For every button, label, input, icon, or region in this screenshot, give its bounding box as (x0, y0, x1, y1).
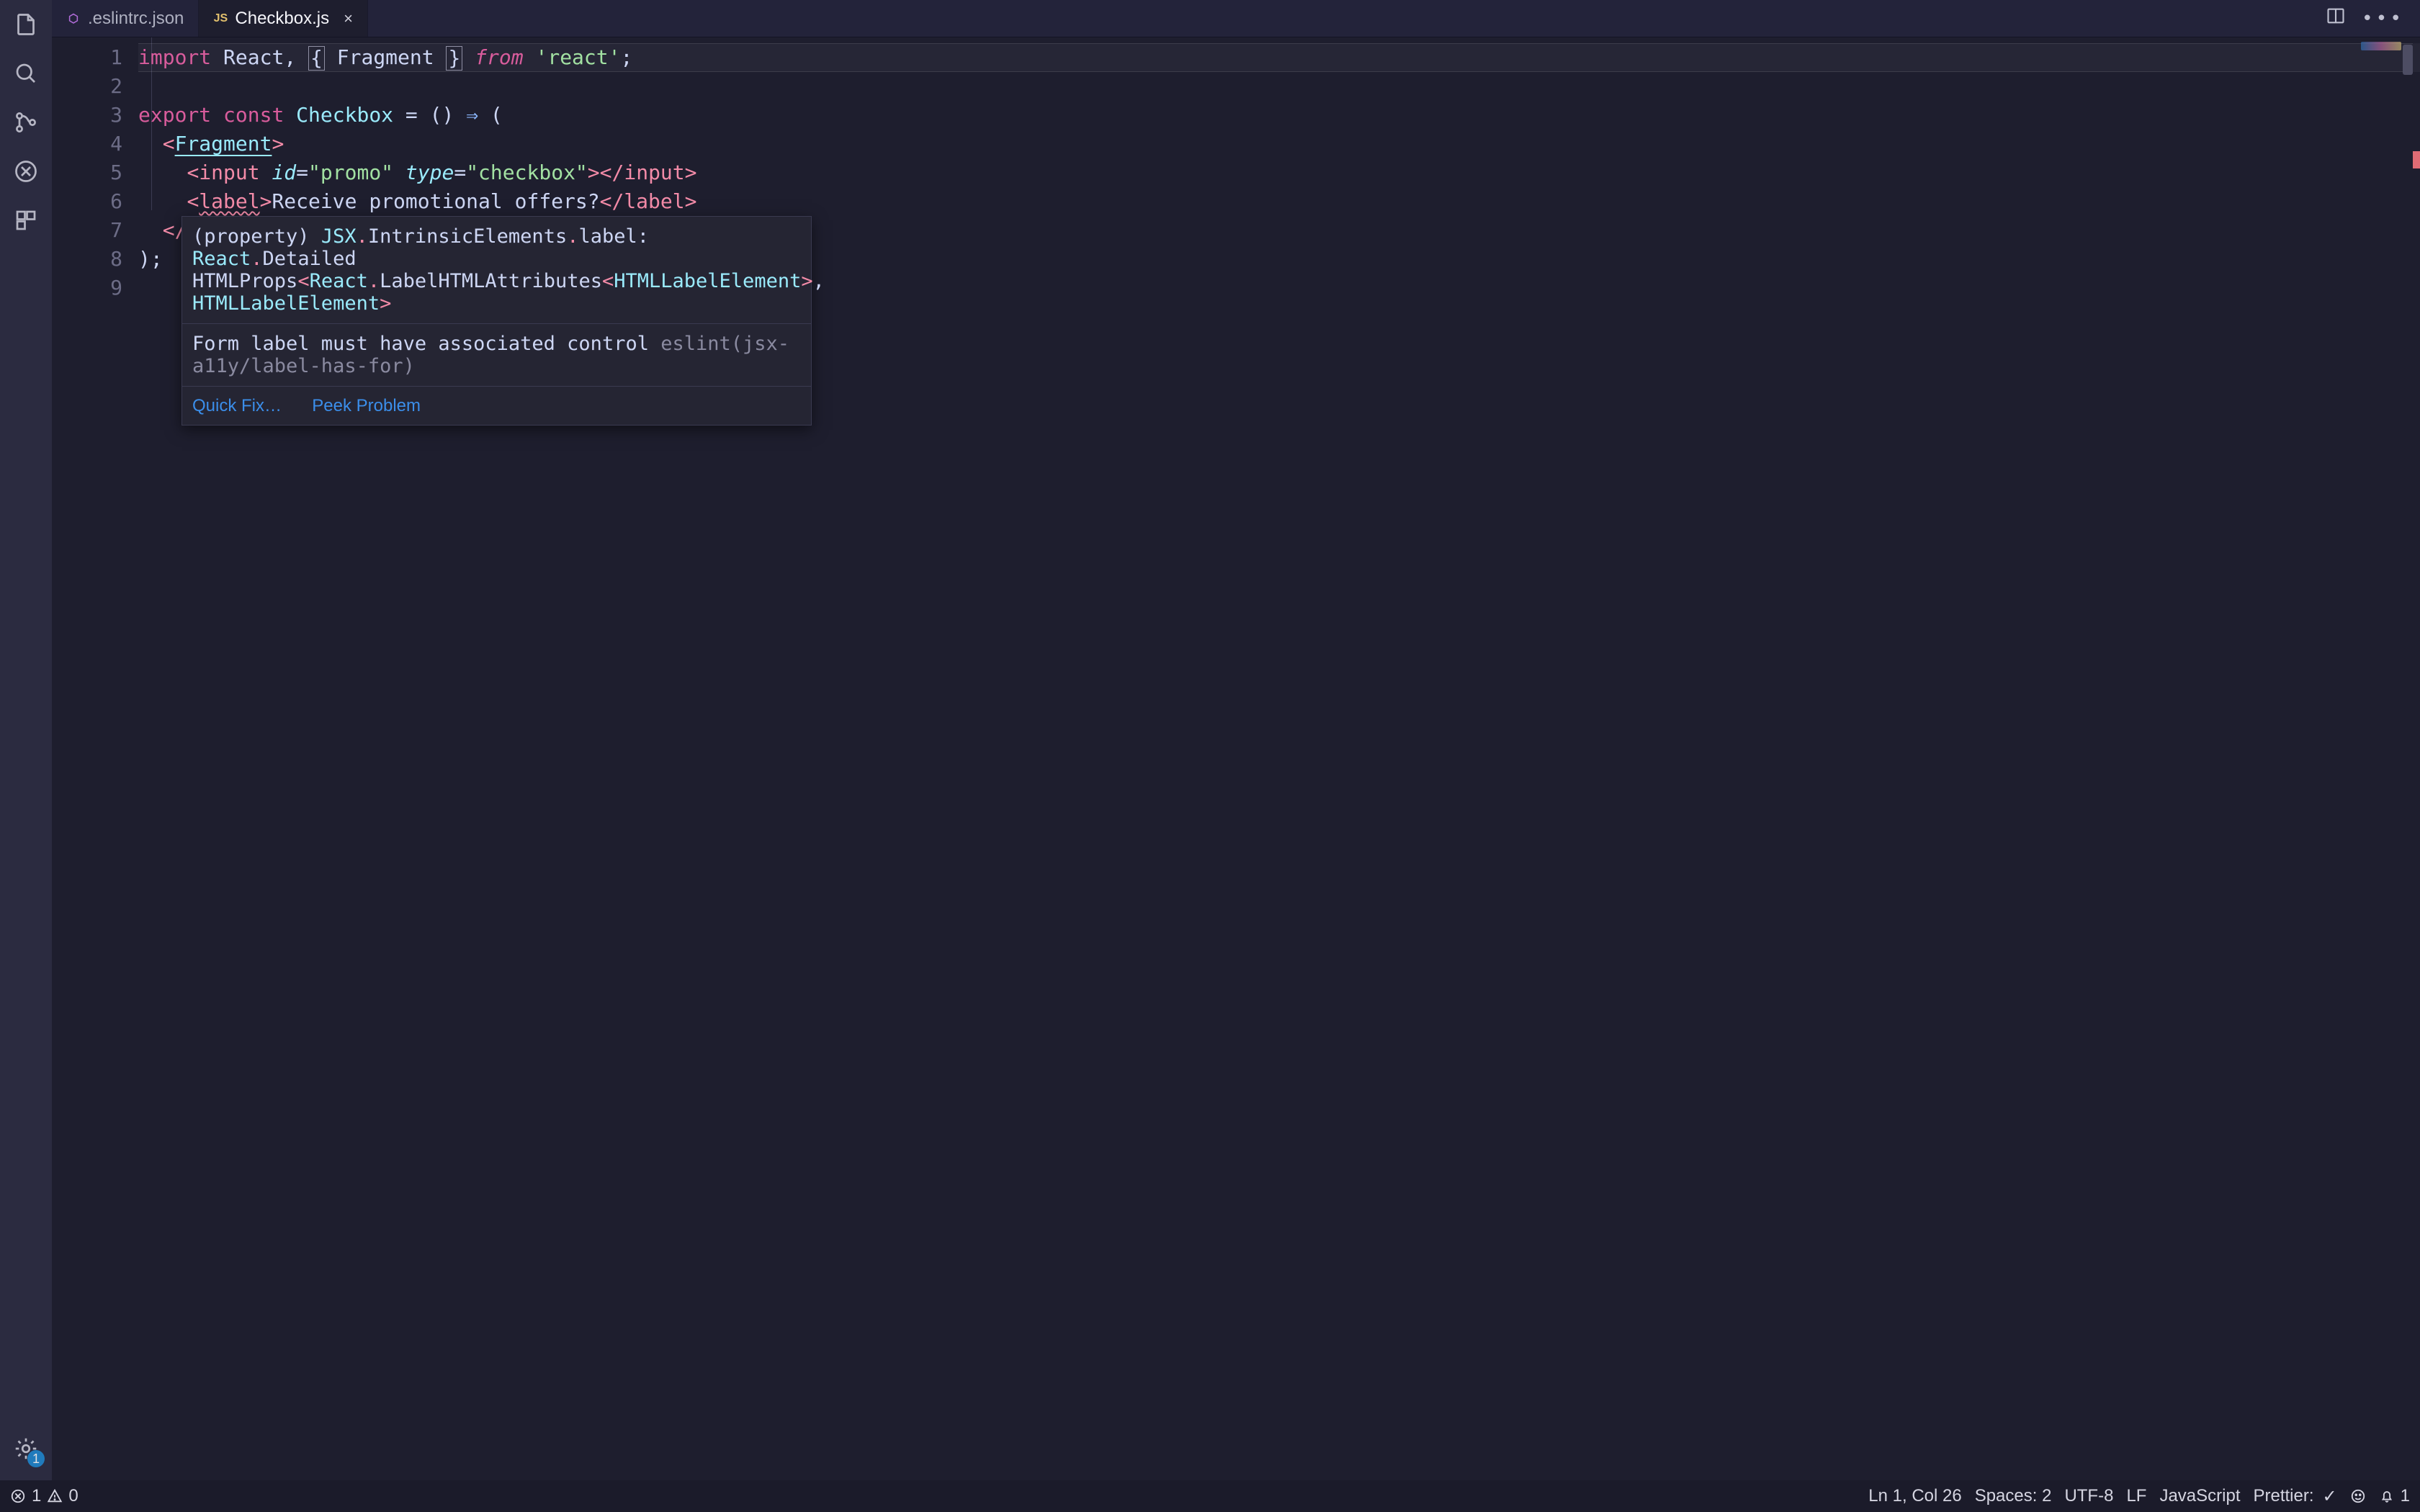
tab-checkbox-js[interactable]: JS Checkbox.js × (199, 0, 368, 37)
split-editor-icon[interactable] (2326, 6, 2346, 31)
hover-signature: (property) JSX.IntrinsicElements.label: … (182, 217, 811, 323)
status-bar: 1 0 Ln 1, Col 26 Spaces: 2 UTF-8 LF Java… (0, 1480, 2420, 1512)
explorer-icon[interactable] (12, 10, 40, 39)
status-encoding[interactable]: UTF-8 (2064, 1486, 2113, 1506)
minimap[interactable] (2351, 40, 2416, 84)
code-column[interactable]: import React, { Fragment } from 'react';… (138, 37, 2420, 1480)
status-warning-count: 0 (68, 1486, 78, 1506)
status-error-count: 1 (32, 1486, 41, 1506)
activity-bar: 1 (0, 0, 52, 1480)
source-control-icon[interactable] (12, 108, 40, 137)
close-icon[interactable]: × (344, 9, 353, 28)
status-cursor-position[interactable]: Ln 1, Col 26 (1868, 1486, 1961, 1506)
extensions-icon[interactable] (12, 206, 40, 235)
error-icon (10, 1488, 26, 1504)
line-number: 9 (52, 274, 122, 302)
hover-tooltip: (property) JSX.IntrinsicElements.label: … (182, 216, 812, 426)
eslint-file-icon: ⬡ (66, 12, 81, 26)
tab-eslintrc[interactable]: ⬡ .eslintrc.json (52, 0, 199, 37)
status-notifications[interactable]: 1 (2379, 1486, 2410, 1506)
minimap-scroll-thumb[interactable] (2403, 45, 2413, 75)
status-notification-count: 1 (2401, 1486, 2410, 1506)
peek-problem-link[interactable]: Peek Problem (312, 396, 421, 415)
tab-label: .eslintrc.json (88, 9, 184, 29)
line-number: 2 (52, 72, 122, 101)
status-indentation[interactable]: Spaces: 2 (1975, 1486, 2052, 1506)
line-number: 1 (52, 43, 122, 72)
status-feedback-icon[interactable] (2350, 1488, 2366, 1504)
warning-icon (47, 1488, 63, 1504)
code-line-5[interactable]: <input id="promo" type="checkbox"></inpu… (138, 158, 2420, 187)
settings-badge: 1 (27, 1450, 45, 1467)
more-actions-icon[interactable]: ••• (2362, 8, 2404, 30)
tab-label: Checkbox.js (235, 9, 329, 29)
line-number: 4 (52, 130, 122, 158)
tabbar-actions: ••• (2310, 0, 2420, 37)
code-line-4[interactable]: <Fragment> (138, 130, 2420, 158)
code-line-6[interactable]: <label>Receive promotional offers?</labe… (138, 187, 2420, 216)
debug-icon[interactable] (12, 157, 40, 186)
line-number: 8 (52, 245, 122, 274)
line-number: 6 (52, 187, 122, 216)
code-line-3[interactable]: export const Checkbox = () ⇒ ( (138, 101, 2420, 130)
code-line-1[interactable]: import React, { Fragment } from 'react'; (138, 43, 2420, 72)
hover-actions: Quick Fix… Peek Problem (182, 386, 811, 425)
app-root: 1 ⬡ .eslintrc.json JS Checkbox.js × ••• (0, 0, 2420, 1480)
status-language[interactable]: JavaScript (2159, 1486, 2240, 1506)
settings-icon[interactable]: 1 (12, 1434, 40, 1463)
minimap-content (2361, 42, 2401, 50)
gutter: 1 2 3 4 5 6 7 8 9 (52, 37, 138, 1480)
bell-icon (2379, 1488, 2395, 1504)
editor[interactable]: 1 2 3 4 5 6 7 8 9 import React, { Fragme… (52, 37, 2420, 1480)
tab-bar: ⬡ .eslintrc.json JS Checkbox.js × ••• (52, 0, 2420, 37)
status-eol[interactable]: LF (2126, 1486, 2146, 1506)
search-icon[interactable] (12, 59, 40, 88)
code-line-2[interactable] (138, 72, 2420, 101)
quick-fix-link[interactable]: Quick Fix… (192, 396, 282, 415)
overview-ruler-error-marker[interactable] (2413, 151, 2420, 168)
status-problems[interactable]: 1 0 (10, 1486, 79, 1506)
line-number: 5 (52, 158, 122, 187)
line-number: 3 (52, 101, 122, 130)
js-file-icon: JS (213, 12, 228, 26)
status-prettier[interactable]: Prettier: (2254, 1486, 2337, 1507)
main-column: ⬡ .eslintrc.json JS Checkbox.js × ••• 1 … (52, 0, 2420, 1480)
line-number: 7 (52, 216, 122, 245)
hover-diagnostic: Form label must have associated control … (182, 323, 811, 386)
